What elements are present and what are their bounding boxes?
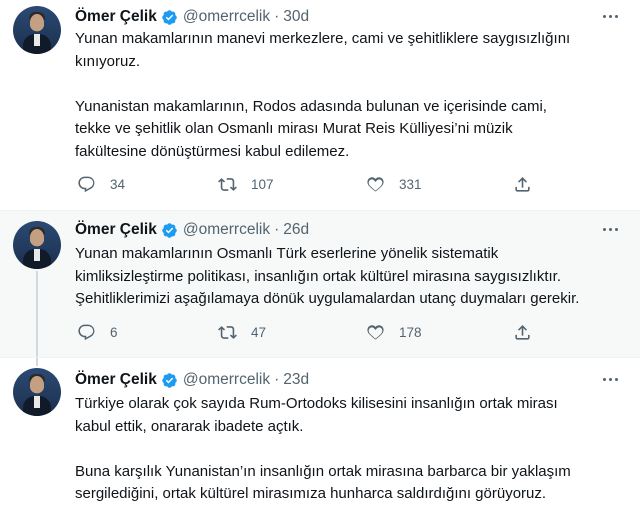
tweet-text-line: Yunan makamlarının manevi merkezlere, ca… [75, 30, 571, 47]
tweet-actions: 6 47 178 [75, 323, 545, 343]
separator-dot: · [274, 371, 280, 388]
tweet-text-line: kimliksizleştirme politikası, insanlığın… [75, 267, 561, 285]
retweet-button[interactable]: 107 [218, 175, 274, 194]
like-icon [367, 325, 384, 340]
author-handle[interactable]: @omerrcelik [183, 371, 270, 389]
thread-line [36, 358, 38, 366]
like-icon [367, 177, 384, 192]
tweet-text-line: sergilediğini, ortak kültürel mirasımıza… [75, 485, 547, 502]
author-name[interactable]: Ömer Çelik [75, 371, 157, 389]
tweet-header: Ömer Çelik @omerrcelik · 30d [75, 7, 309, 27]
tweet-text-line: fakültesine dönüştürmesi kabul edilemez. [75, 142, 350, 160]
tweet-text-line: tekke ve şehitlik olan Osmanlı mirası Mu… [75, 120, 513, 137]
author-handle[interactable]: @omerrcelik [183, 221, 270, 239]
verified-badge-icon [162, 372, 177, 388]
more-icon[interactable] [600, 221, 620, 237]
like-button[interactable]: 331 [366, 175, 422, 194]
verified-badge-icon [162, 222, 177, 238]
like-button[interactable]: 178 [366, 323, 422, 342]
tweet-text-line: Yunanistan makamlarının, Rodos adasında … [75, 97, 547, 115]
tweet-text: Yunan makamlarının manevi merkezlere, ca… [75, 28, 620, 163]
timestamp[interactable]: 26d [283, 221, 309, 239]
tweet-header: Ömer Çelik @omerrcelik · 26d [75, 220, 309, 240]
tweet-header: Ömer Çelik @omerrcelik · 23d [75, 370, 309, 390]
tweet-1[interactable]: Ömer Çelik @omerrcelik · 30d Yunan makam… [0, 0, 640, 210]
timestamp[interactable]: 23d [283, 371, 309, 389]
tweet-text-line: Şehitliklerimizi aşağılamaya dönük uygul… [75, 290, 580, 307]
thread-line [36, 271, 38, 357]
share-button[interactable] [513, 175, 532, 194]
tweet-actions: 34 107 331 [75, 175, 545, 195]
avatar[interactable] [13, 368, 61, 416]
tweet-text-line [75, 73, 620, 96]
avatar[interactable] [13, 221, 61, 269]
like-count: 331 [399, 177, 422, 192]
tweet-3[interactable]: Ömer Çelik @omerrcelik · 23d Türkiye ola… [0, 358, 640, 508]
avatar[interactable] [13, 6, 61, 54]
tweet-text-line: Yunan makamlarının Osmanlı Türk eserleri… [75, 245, 499, 262]
tweet-text-line: kabul ettik, onararak ibadete açtık. [75, 417, 304, 435]
share-button[interactable] [513, 323, 532, 342]
tweet-2[interactable]: Ömer Çelik @omerrcelik · 26d Yunan makam… [0, 211, 640, 357]
retweet-icon [218, 178, 237, 191]
author-handle[interactable]: @omerrcelik [183, 8, 270, 26]
tweet-text-line: Türkiye olarak çok sayıda Rum-Ortodoks k… [75, 395, 558, 412]
more-icon[interactable] [600, 371, 620, 387]
share-icon [515, 177, 530, 192]
tweet-text-line: kınıyoruz. [75, 52, 141, 70]
separator-dot: · [274, 8, 280, 25]
retweet-count: 107 [251, 177, 274, 192]
author-name[interactable]: Ömer Çelik [75, 221, 157, 239]
tweet-text: Yunan makamlarının Osmanlı Türk eserleri… [75, 243, 620, 311]
retweet-button[interactable]: 47 [218, 323, 266, 342]
reply-button[interactable]: 6 [77, 323, 118, 342]
retweet-count: 47 [251, 325, 267, 340]
verified-badge-icon [162, 9, 177, 25]
more-icon[interactable] [600, 8, 620, 24]
tweet-text: Türkiye olarak çok sayıda Rum-Ortodoks k… [75, 393, 620, 506]
tweet-text-line: Buna karşılık Yunanistan’ın insanlığın o… [75, 462, 571, 480]
reply-button[interactable]: 34 [77, 175, 125, 194]
reply-icon [78, 176, 95, 193]
retweet-icon [218, 326, 237, 339]
share-icon [515, 325, 530, 340]
separator-dot: · [274, 221, 280, 238]
timestamp[interactable]: 30d [283, 8, 309, 26]
reply-count: 6 [110, 325, 118, 340]
reply-icon [78, 324, 95, 341]
tweet-text-line [75, 438, 620, 461]
like-count: 178 [399, 325, 422, 340]
author-name[interactable]: Ömer Çelik [75, 8, 157, 26]
reply-count: 34 [110, 177, 126, 192]
